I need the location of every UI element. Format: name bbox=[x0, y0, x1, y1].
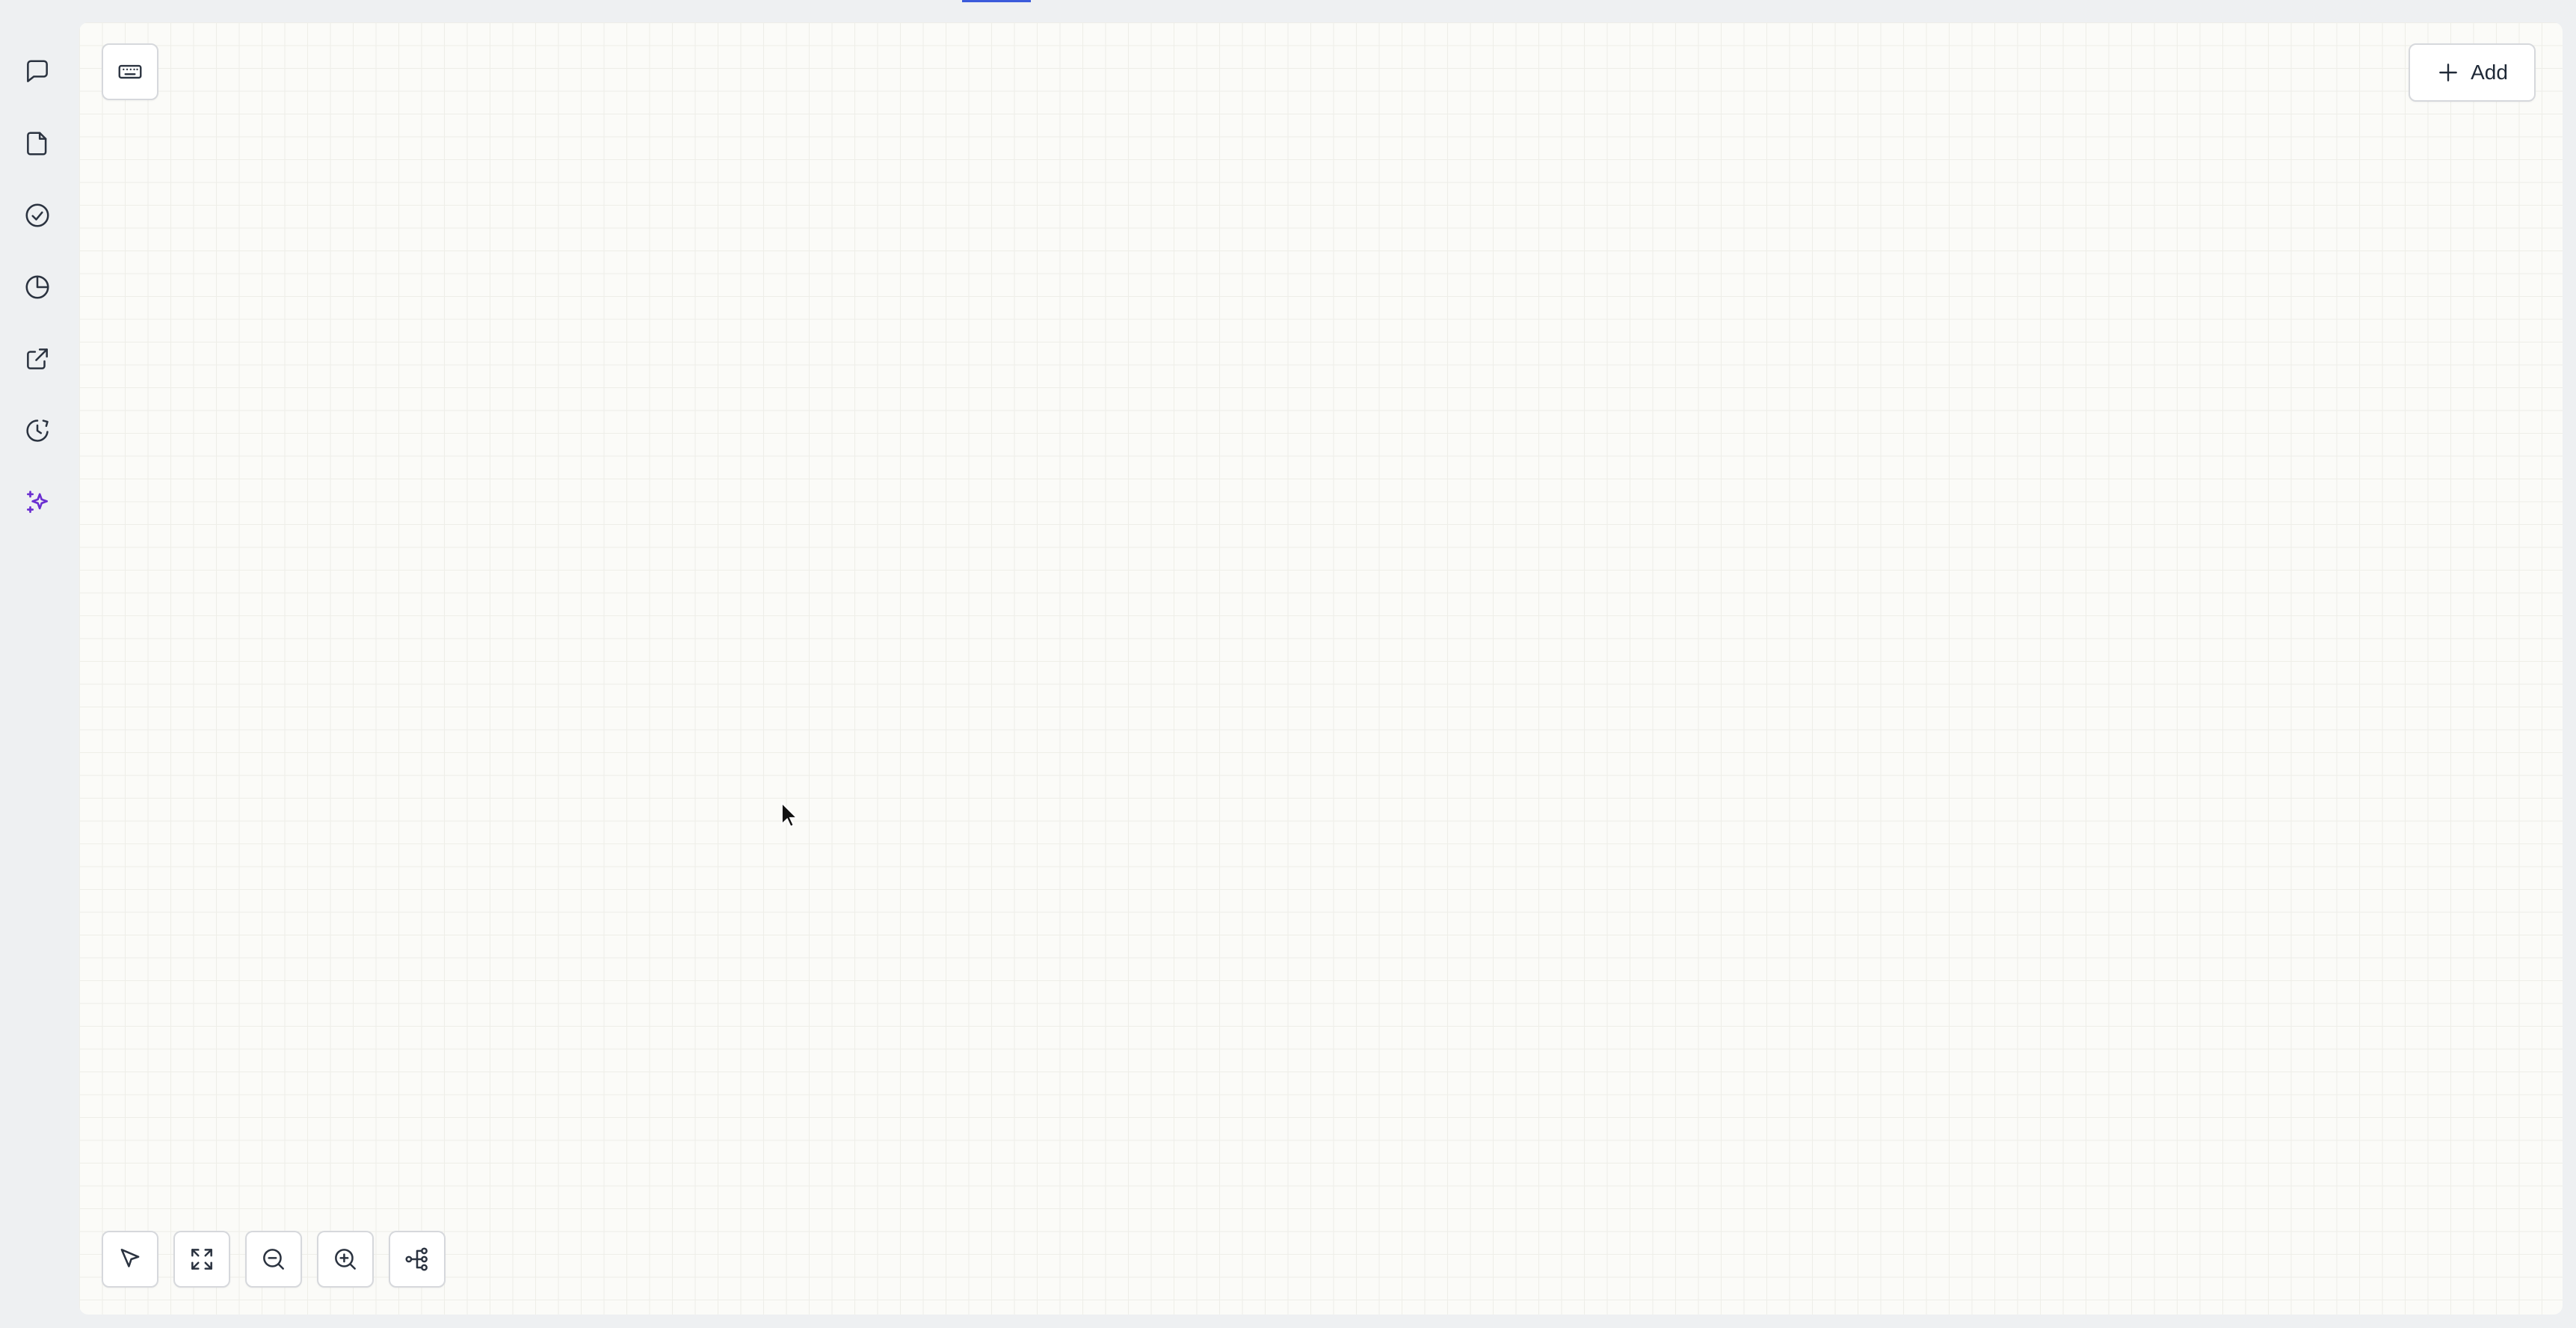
sidebar-item-files[interactable] bbox=[16, 123, 58, 165]
expand-icon bbox=[191, 1249, 212, 1270]
zoom-out-button[interactable] bbox=[245, 1231, 302, 1288]
select-tool-button[interactable] bbox=[102, 1231, 158, 1288]
add-button[interactable]: Add bbox=[2409, 43, 2536, 102]
keyboard-shortcuts-button[interactable] bbox=[102, 43, 158, 100]
add-button-label: Add bbox=[2471, 61, 2508, 84]
sidebar-item-chat[interactable] bbox=[16, 51, 58, 93]
zoom-in-icon bbox=[335, 1249, 356, 1270]
history-icon bbox=[26, 419, 49, 442]
sidebar-item-history[interactable] bbox=[16, 410, 58, 452]
file-icon bbox=[27, 132, 47, 156]
sidebar bbox=[0, 21, 78, 1328]
mouse-cursor-icon bbox=[781, 802, 798, 828]
sparkles-icon bbox=[26, 491, 49, 514]
sidebar-item-tasks[interactable] bbox=[16, 194, 58, 236]
zoom-out-icon bbox=[263, 1249, 284, 1270]
zoom-in-button[interactable] bbox=[317, 1231, 374, 1288]
auto-layout-button[interactable] bbox=[389, 1231, 446, 1288]
sidebar-item-export[interactable] bbox=[16, 338, 58, 380]
check-circle-icon bbox=[25, 203, 49, 227]
active-tab-indicator bbox=[962, 0, 1031, 2]
chat-bubble-icon bbox=[27, 60, 48, 82]
plus-icon bbox=[2439, 64, 2457, 82]
top-bar bbox=[0, 0, 2576, 21]
pie-chart-icon bbox=[25, 275, 49, 299]
sidebar-item-ai[interactable] bbox=[16, 482, 58, 523]
flow-canvas[interactable]: Add bbox=[79, 22, 2563, 1315]
flow-tree-icon bbox=[405, 1247, 428, 1271]
sidebar-item-analytics[interactable] bbox=[16, 266, 58, 308]
fit-view-button[interactable] bbox=[173, 1231, 230, 1288]
external-link-icon bbox=[27, 348, 48, 369]
pointer-icon bbox=[120, 1249, 140, 1267]
keyboard-icon bbox=[118, 64, 142, 79]
